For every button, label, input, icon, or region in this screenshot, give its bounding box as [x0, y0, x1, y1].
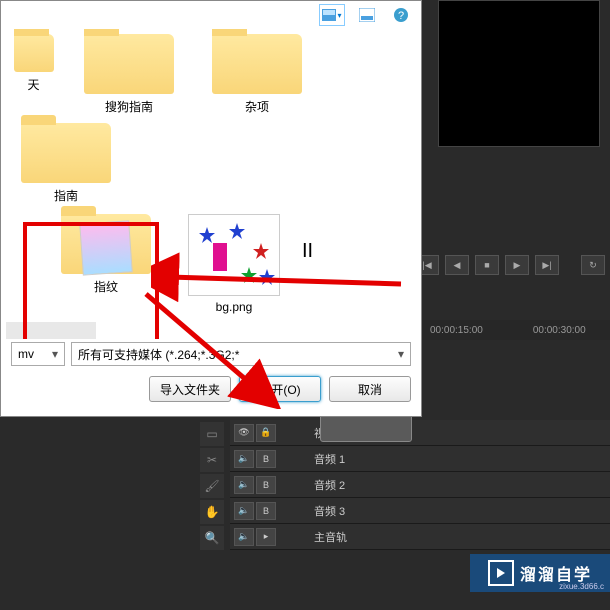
track-master[interactable]: 🔈 ▸ 主音轨 — [230, 524, 610, 550]
folder-label: 天 — [6, 76, 61, 93]
folder-item[interactable]: 杂项 — [197, 34, 317, 115]
transport-controls: |◀ ◀ ■ ▶ ▶| ↻ — [415, 255, 605, 275]
file-label: bg.png — [174, 300, 294, 314]
folder-item[interactable]: 指纹 — [46, 214, 166, 314]
folder-label: 杂项 — [197, 98, 317, 115]
track-label: 音频 3 — [314, 503, 345, 519]
solo-icon[interactable]: B — [256, 476, 276, 494]
folder-item[interactable]: 搜狗指南 — [69, 34, 189, 115]
folder-icon — [61, 214, 151, 274]
watermark-url: zixue.3d66.c — [559, 582, 604, 591]
tool-dock: ▭ ✂ 🖌 ✋ 🔍 — [198, 420, 226, 552]
transport-next[interactable]: ▶| — [535, 255, 559, 275]
text-tool-icon[interactable]: 🖌 — [200, 474, 224, 498]
track-lock-icon[interactable]: 🔒 — [256, 424, 276, 442]
filetype-filter-combo[interactable]: 所有可支持媒体 (*.264;*.3G2;* — [71, 342, 411, 366]
open-button[interactable]: 打开(O) — [239, 376, 321, 402]
time-mark: 00:00:15:00 — [430, 325, 483, 336]
folder-icon — [21, 123, 111, 183]
time-mark: 00:00:30:00 — [533, 325, 586, 336]
organize-icon[interactable] — [355, 5, 379, 25]
mute-icon[interactable]: 🔈 — [234, 502, 254, 520]
solo-icon[interactable]: B — [256, 450, 276, 468]
help-icon[interactable]: ? — [389, 5, 413, 25]
dialog-button-row: 导入文件夹 打开(O) 取消 — [1, 369, 421, 409]
folder-icon — [84, 34, 174, 94]
razor-tool-icon[interactable]: ✂ — [200, 448, 224, 472]
track-video-1[interactable]: 👁 🔒 视频 1 — [230, 420, 610, 446]
folder-item[interactable]: 天 — [6, 34, 61, 115]
file-item-unknown[interactable] — [6, 322, 66, 339]
track-label: 音频 2 — [314, 477, 345, 493]
folder-icon — [212, 34, 302, 94]
file-open-dialog: ▾ ? 天 搜狗指南 杂项 指南 — [0, 0, 422, 417]
mute-icon[interactable]: 🔈 — [234, 528, 254, 546]
selection-tool-icon[interactable]: ▭ — [200, 422, 224, 446]
svg-text:?: ? — [398, 10, 404, 22]
folder-label: 指南 — [6, 187, 126, 204]
preview-monitor — [438, 0, 600, 147]
file-item-image[interactable]: II — [302, 214, 382, 314]
image-thumbnail: II — [302, 214, 392, 289]
import-folder-button[interactable]: 导入文件夹 — [149, 376, 231, 402]
mute-icon[interactable]: 🔈 — [234, 476, 254, 494]
folder-label: 搜狗指南 — [69, 98, 189, 115]
zoom-tool-icon[interactable]: 🔍 — [200, 526, 224, 550]
dialog-toolbar: ▾ ? — [1, 1, 421, 29]
track-visibility-icon[interactable]: 👁 — [234, 424, 254, 442]
mute-icon[interactable]: 🔈 — [234, 450, 254, 468]
folder-item[interactable]: 指南 — [6, 123, 126, 204]
track-label: 音频 1 — [314, 451, 345, 467]
filename-combo[interactable]: mv — [11, 342, 65, 366]
timeline-ruler[interactable]: 00:00:15:00 00:00:30:00 00:00:4 — [420, 320, 610, 340]
view-mode-icon[interactable]: ▾ — [319, 4, 345, 26]
track-audio-1[interactable]: 🔈 B 音频 1 — [230, 446, 610, 472]
transport-loop[interactable]: ↻ — [581, 255, 605, 275]
transport-step-back[interactable]: ◀ — [445, 255, 469, 275]
file-thumbnail — [6, 322, 96, 339]
transport-stop[interactable]: ■ — [475, 255, 499, 275]
folder-icon — [14, 34, 54, 72]
dialog-filter-row: mv 所有可支持媒体 (*.264;*.3G2;* — [1, 339, 421, 369]
folder-label: 指纹 — [46, 278, 166, 295]
file-item-image[interactable]: bg.png — [174, 214, 294, 314]
transport-step-fwd[interactable]: ▶ — [505, 255, 529, 275]
timeline-tracks: 👁 🔒 视频 1 🔈 B 音频 1 🔈 B 音频 2 🔈 B 音频 3 🔈 ▸ … — [230, 420, 610, 550]
solo-icon[interactable]: B — [256, 502, 276, 520]
watermark: 溜溜自学 zixue.3d66.c — [470, 554, 610, 592]
expand-icon[interactable]: ▸ — [256, 528, 276, 546]
track-audio-3[interactable]: 🔈 B 音频 3 — [230, 498, 610, 524]
track-audio-2[interactable]: 🔈 B 音频 2 — [230, 472, 610, 498]
play-icon — [488, 560, 514, 586]
image-thumbnail — [188, 214, 280, 296]
track-label: 主音轨 — [314, 529, 347, 545]
hand-tool-icon[interactable]: ✋ — [200, 500, 224, 524]
cancel-button[interactable]: 取消 — [329, 376, 411, 402]
file-browser[interactable]: 天 搜狗指南 杂项 指南 指纹 — [1, 29, 421, 339]
